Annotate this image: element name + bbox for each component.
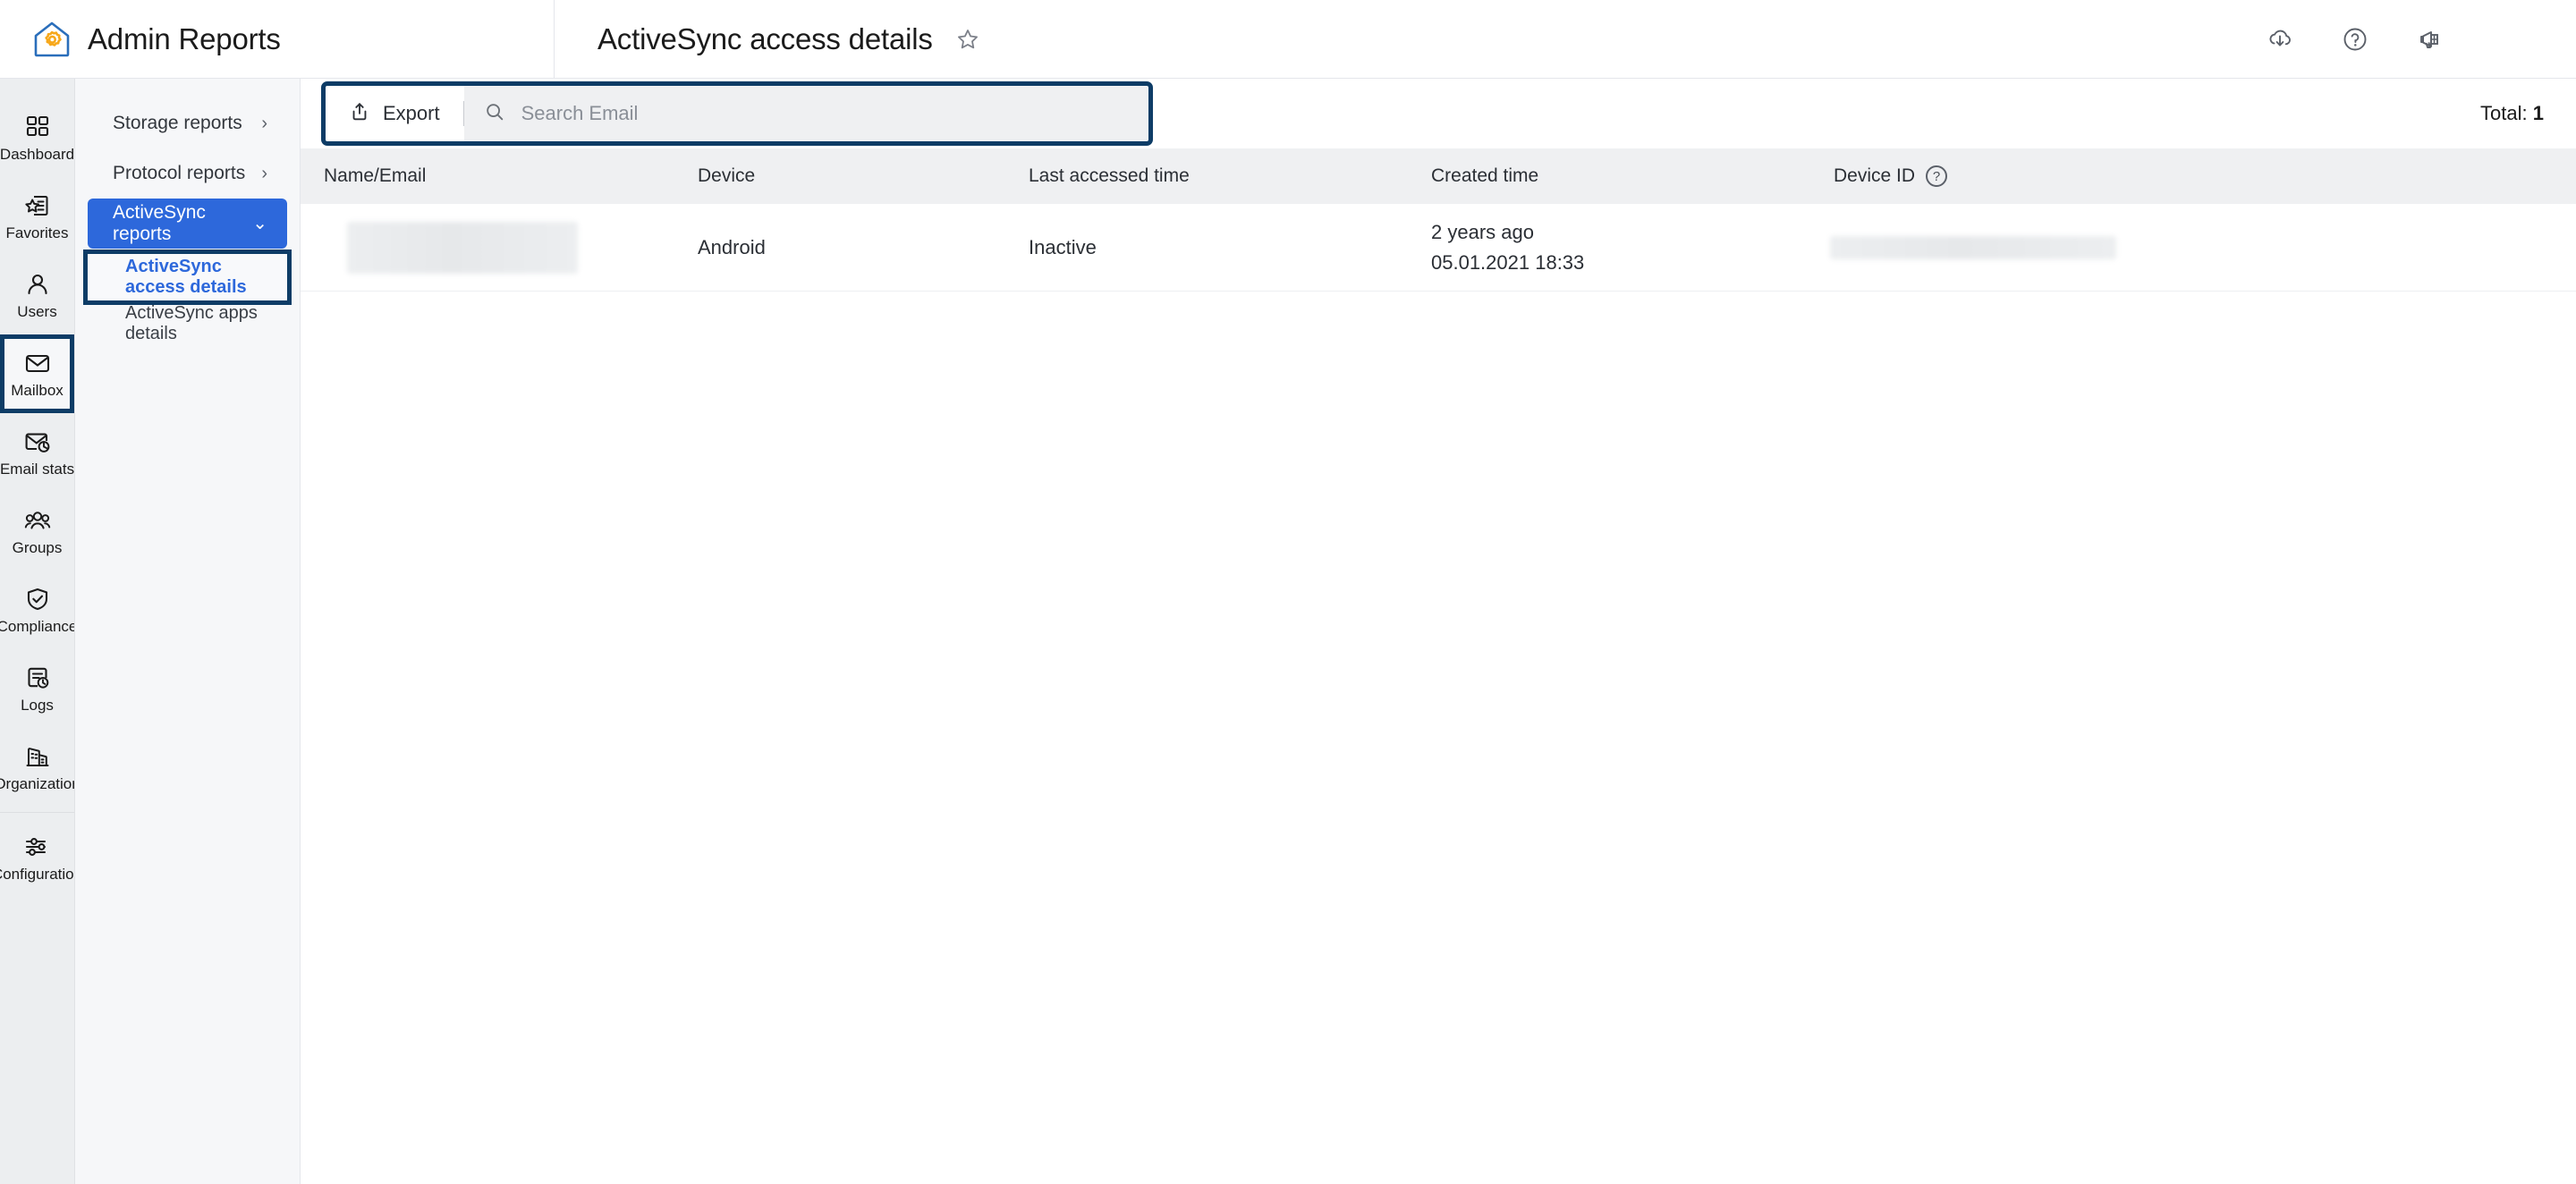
help-circle-icon[interactable]: [2338, 22, 2372, 56]
user-avatar[interactable]: [2488, 13, 2540, 65]
sidebar-label: Configuration: [0, 867, 75, 882]
grid-squares-icon: [25, 114, 50, 140]
total-count: Total: 1: [2480, 102, 2544, 125]
cell-name-email: [301, 222, 694, 274]
redacted-name-email: [347, 222, 578, 274]
person-icon: [25, 271, 50, 298]
export-button[interactable]: Export: [326, 86, 463, 141]
envelope-chart-icon: [24, 428, 51, 455]
topbar-actions: [2263, 13, 2540, 65]
column-header-created-time[interactable]: Created time: [1428, 165, 1830, 187]
people-group-icon: [24, 507, 51, 534]
chevron-right-icon: ›: [261, 165, 267, 182]
secondary-nav: Storage reports › Protocol reports › Act…: [75, 79, 301, 1184]
icon-rail: Dashboard Favorites: [0, 79, 75, 1184]
subnav-item-storage-reports[interactable]: Storage reports ›: [88, 98, 287, 148]
sidebar-item-dashboard[interactable]: Dashboard: [0, 98, 74, 177]
house-gear-logo: [32, 20, 72, 59]
subnav-child-activesync-access-details[interactable]: ActiveSync access details: [88, 254, 287, 300]
search-input[interactable]: [521, 102, 1148, 125]
share-upload-icon: [349, 101, 370, 127]
table-row[interactable]: Android Inactive 2 years ago 05.01.2021 …: [301, 204, 2576, 292]
total-label: Total:: [2480, 102, 2528, 124]
column-label: Device: [698, 165, 755, 187]
subnav-item-activesync-reports[interactable]: ActiveSync reports ⌄: [88, 199, 287, 249]
document-clock-icon: [25, 664, 50, 691]
subnav-child-label: ActiveSync access details: [125, 257, 278, 298]
help-circle-icon[interactable]: ?: [1926, 165, 1947, 187]
column-header-device-id[interactable]: Device ID ?: [1830, 165, 2576, 187]
table-header-row: Name/Email Device Last accessed time Cre…: [301, 148, 2576, 204]
cloud-download-icon[interactable]: [2263, 22, 2297, 56]
sidebar-label: Mailbox: [11, 383, 64, 398]
envelope-icon: [24, 350, 51, 376]
content-area: Export Total: 1: [301, 79, 2576, 1184]
subnav-children: ActiveSync access details ActiveSync app…: [75, 249, 300, 347]
shield-check-icon: [25, 586, 50, 613]
cell-device: Android: [694, 236, 1025, 259]
sidebar-item-users[interactable]: Users: [0, 256, 74, 334]
sidebar-label: Dashboard: [0, 147, 74, 162]
sidebar-item-email-stats[interactable]: Email stats: [0, 413, 74, 492]
rail-divider: [0, 812, 74, 813]
sidebar-item-mailbox[interactable]: Mailbox: [0, 334, 74, 413]
column-header-last-accessed-time[interactable]: Last accessed time: [1025, 165, 1428, 187]
brand-title: Admin Reports: [88, 22, 281, 56]
brand-area[interactable]: Admin Reports: [0, 0, 555, 78]
page-title: ActiveSync access details: [597, 22, 933, 56]
sidebar-item-configuration[interactable]: Configuration: [0, 818, 74, 897]
column-header-device[interactable]: Device: [694, 165, 1025, 187]
cell-device-id: [1830, 236, 2576, 259]
sidebar-label: Favorites: [6, 225, 69, 241]
sidebar-label: Groups: [13, 540, 63, 555]
subnav-label: ActiveSync reports: [113, 202, 252, 245]
toolbar: Export Total: 1: [301, 79, 2576, 148]
cell-created-time: 2 years ago 05.01.2021 18:33: [1428, 221, 1830, 275]
column-header-name-email[interactable]: Name/Email: [301, 165, 694, 187]
chevron-down-icon: ⌄: [252, 215, 267, 233]
results-table: Name/Email Device Last accessed time Cre…: [301, 148, 2576, 1184]
sliders-icon: [24, 833, 51, 860]
megaphone-icon[interactable]: [2413, 22, 2447, 56]
star-document-icon: [25, 192, 50, 219]
redacted-device-id: [1830, 236, 2116, 259]
column-label: Created time: [1431, 165, 1538, 187]
sidebar-label: Users: [17, 304, 56, 319]
created-relative: 2 years ago: [1431, 221, 1830, 244]
top-bar: Admin Reports ActiveSync access details: [0, 0, 2576, 79]
sidebar-label: Compliance: [0, 619, 75, 634]
sidebar-label: Organization: [0, 776, 75, 791]
table-body: Android Inactive 2 years ago 05.01.2021 …: [301, 204, 2576, 1184]
sidebar-item-favorites[interactable]: Favorites: [0, 177, 74, 256]
sidebar-item-organization[interactable]: Organization: [0, 728, 74, 807]
toolbar-annotation-box: Export: [326, 86, 1148, 141]
subnav-item-protocol-reports[interactable]: Protocol reports ›: [88, 148, 287, 199]
sidebar-item-logs[interactable]: Logs: [0, 649, 74, 728]
chevron-right-icon: ›: [261, 114, 267, 132]
sidebar-label: Email stats: [0, 461, 74, 477]
search-icon: [484, 101, 505, 127]
title-bar: ActiveSync access details: [555, 0, 2576, 78]
sidebar-item-compliance[interactable]: Compliance: [0, 571, 74, 649]
star-outline-icon[interactable]: [953, 24, 983, 55]
column-label: Device ID: [1834, 165, 1915, 187]
buildings-icon: [25, 743, 50, 770]
cell-last-accessed-time: Inactive: [1025, 236, 1428, 259]
export-label: Export: [383, 102, 440, 125]
subnav-child-label: ActiveSync apps details: [125, 303, 278, 344]
sidebar-label: Logs: [21, 698, 54, 713]
created-absolute: 05.01.2021 18:33: [1431, 251, 1830, 275]
body: Dashboard Favorites: [0, 79, 2576, 1184]
sidebar-item-groups[interactable]: Groups: [0, 492, 74, 571]
subnav-label: Protocol reports: [113, 163, 245, 184]
search-field[interactable]: [464, 86, 1148, 141]
subnav-child-activesync-apps-details[interactable]: ActiveSync apps details: [88, 300, 287, 347]
column-label: Name/Email: [324, 165, 426, 187]
subnav-label: Storage reports: [113, 113, 242, 134]
total-value: 1: [2533, 102, 2544, 124]
column-label: Last accessed time: [1029, 165, 1190, 187]
app-root: Admin Reports ActiveSync access details: [0, 0, 2576, 1184]
